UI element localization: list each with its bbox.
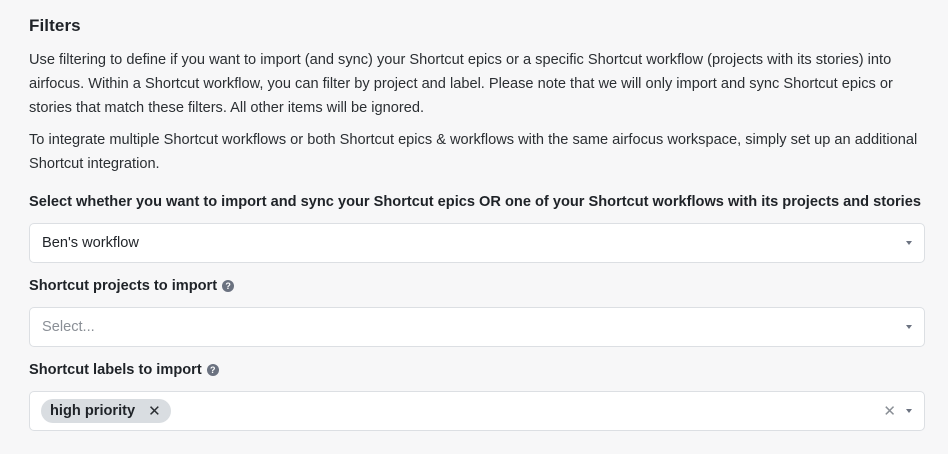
source-select-label-text: Select whether you want to import and sy…	[29, 194, 921, 210]
question-mark-circle-icon[interactable]: ?	[222, 280, 235, 292]
chevron-down-icon[interactable]	[906, 409, 912, 413]
question-mark-circle-icon[interactable]: ?	[206, 364, 219, 376]
chevron-down-icon[interactable]	[906, 325, 912, 329]
labels-tag-list: high priority ✕	[30, 399, 883, 423]
source-select-label: Select whether you want to import and sy…	[29, 194, 921, 210]
source-select-value: Ben's workflow	[42, 235, 139, 251]
projects-select-label-text: Shortcut projects to import	[29, 278, 218, 294]
section-title: Filters	[29, 16, 81, 35]
labels-select[interactable]: high priority ✕ ✕	[29, 391, 925, 431]
close-icon[interactable]: ✕	[148, 404, 161, 419]
source-select[interactable]: Ben's workflow	[29, 223, 925, 263]
chevron-down-icon[interactable]	[906, 241, 912, 245]
projects-select-placeholder: Select...	[42, 319, 95, 335]
description-paragraph-2: To integrate multiple Shortcut workflows…	[29, 132, 918, 172]
projects-select[interactable]: Select...	[29, 307, 925, 347]
tag-chip: high priority ✕	[41, 399, 171, 423]
description-paragraph-1: Use filtering to define if you want to i…	[29, 52, 893, 116]
projects-select-label: Shortcut projects to import ?	[29, 278, 235, 294]
labels-select-label: Shortcut labels to import ?	[29, 362, 219, 378]
tag-chip-label: high priority	[50, 403, 136, 419]
close-icon[interactable]: ✕	[883, 404, 896, 419]
labels-select-label-text: Shortcut labels to import	[29, 362, 202, 378]
